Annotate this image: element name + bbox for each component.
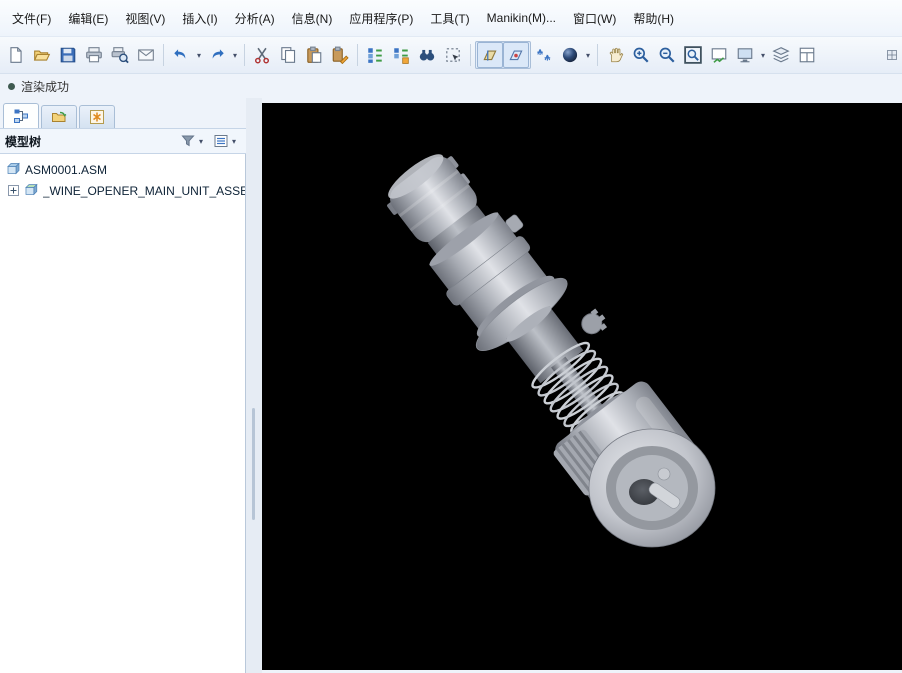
datum-toggle-group xyxy=(475,41,531,69)
content-area: 模型树 ▾ ▾ ASM0001.ASM _WINE_OPENER_MAIN_UN… xyxy=(0,98,902,673)
menu-file[interactable]: 文件(F) xyxy=(4,6,59,31)
annotation-display-icon[interactable] xyxy=(531,42,557,68)
toolbar-separator xyxy=(597,44,598,66)
status-dot-icon xyxy=(8,82,15,90)
copy-icon[interactable] xyxy=(275,42,301,68)
open-file-icon[interactable] xyxy=(29,42,55,68)
assembly-icon xyxy=(25,183,38,196)
refit-icon[interactable] xyxy=(680,42,706,68)
tree-node-label: _WINE_OPENER_MAIN_UNIT_ASSE xyxy=(42,183,245,198)
tree-settings-button[interactable]: ▾ xyxy=(211,131,241,151)
filter-funnel-icon xyxy=(181,135,195,147)
menu-edit[interactable]: 编辑(E) xyxy=(60,6,116,31)
navigator-panel: 模型树 ▾ ▾ ASM0001.ASM _WINE_OPENER_MAIN_UN… xyxy=(0,98,246,673)
model-tree-header: 模型树 ▾ ▾ xyxy=(0,128,246,154)
zoom-in-icon[interactable] xyxy=(628,42,654,68)
tree-settings-icon xyxy=(214,135,228,147)
regenerate-icon[interactable] xyxy=(362,42,388,68)
print-icon[interactable] xyxy=(81,42,107,68)
new-file-icon[interactable] xyxy=(3,42,29,68)
saved-views-icon[interactable] xyxy=(732,42,758,68)
undo-icon[interactable] xyxy=(168,42,194,68)
tree-row-subassembly[interactable]: _WINE_OPENER_MAIN_UNIT_ASSE xyxy=(6,180,245,201)
saved-views-caret[interactable]: ▾ xyxy=(758,51,768,60)
menu-window[interactable]: 窗口(W) xyxy=(565,6,624,31)
favorites-tab[interactable] xyxy=(79,105,115,128)
menu-applications[interactable]: 应用程序(P) xyxy=(341,6,421,31)
model-tree-title: 模型树 xyxy=(5,134,42,149)
navigator-tabs xyxy=(0,98,246,128)
folder-browser-tab[interactable] xyxy=(41,105,77,128)
menu-insert[interactable]: 插入(I) xyxy=(174,6,225,31)
mail-icon[interactable] xyxy=(133,42,159,68)
model-tree-icon xyxy=(14,109,28,123)
panel-splitter[interactable] xyxy=(246,98,262,673)
view-manager-icon[interactable] xyxy=(794,42,820,68)
tree-filter-caret: ▾ xyxy=(198,136,203,146)
tree-row-root[interactable]: ASM0001.ASM xyxy=(6,159,245,180)
3d-viewport[interactable] xyxy=(262,103,902,670)
cad-application-window: 文件(F) 编辑(E) 视图(V) 插入(I) 分析(A) 信息(N) 应用程序… xyxy=(0,0,902,673)
shaded-view-icon[interactable] xyxy=(557,42,583,68)
shaded-view-caret[interactable]: ▾ xyxy=(583,51,593,60)
main-toolbar: ▾ ▾ ▾ ▾ xyxy=(0,36,902,74)
paste-icon[interactable] xyxy=(301,42,327,68)
zoom-out-icon[interactable] xyxy=(654,42,680,68)
cut-icon[interactable] xyxy=(249,42,275,68)
tree-settings-caret: ▾ xyxy=(231,136,236,146)
splitter-handle[interactable] xyxy=(252,408,255,520)
expand-plus-icon xyxy=(7,185,19,196)
menu-tools[interactable]: 工具(T) xyxy=(422,6,477,31)
find-icon[interactable] xyxy=(414,42,440,68)
menu-bar: 文件(F) 编辑(E) 视图(V) 插入(I) 分析(A) 信息(N) 应用程序… xyxy=(0,0,902,36)
selection-filter-icon[interactable] xyxy=(440,42,466,68)
datum-display-icon[interactable] xyxy=(477,42,503,68)
tree-filter-button[interactable]: ▾ xyxy=(178,131,208,151)
datum-tags-icon[interactable] xyxy=(503,42,529,68)
menu-manikin[interactable]: Manikin(M)... xyxy=(479,7,564,29)
menu-info[interactable]: 信息(N) xyxy=(284,6,341,31)
toolbar-separator xyxy=(357,44,358,66)
print-preview-icon[interactable] xyxy=(107,42,133,68)
assembly-icon xyxy=(7,162,20,175)
tree-node-label: ASM0001.ASM xyxy=(25,162,108,177)
menu-help[interactable]: 帮助(H) xyxy=(625,6,682,31)
repaint-icon[interactable] xyxy=(706,42,732,68)
model-tree-tab[interactable] xyxy=(3,103,39,128)
redo-menu-caret[interactable]: ▾ xyxy=(230,51,240,60)
folder-browser-icon xyxy=(52,111,67,122)
wine-opener-model xyxy=(387,154,716,548)
status-message: 渲染成功 xyxy=(21,79,70,94)
toolbar-separator xyxy=(244,44,245,66)
menu-analysis[interactable]: 分析(A) xyxy=(227,6,283,31)
clipped-toolbar-icon[interactable] xyxy=(885,42,899,68)
spin-icon[interactable] xyxy=(602,42,628,68)
model-tree: ASM0001.ASM _WINE_OPENER_MAIN_UNIT_ASSE xyxy=(0,154,246,673)
favorites-icon xyxy=(90,110,104,124)
paste-special-icon[interactable] xyxy=(327,42,353,68)
tree-expander[interactable] xyxy=(6,185,20,196)
redo-icon[interactable] xyxy=(204,42,230,68)
status-bar: 渲染成功 xyxy=(0,74,902,98)
layers-icon[interactable] xyxy=(768,42,794,68)
regenerate-options-icon[interactable] xyxy=(388,42,414,68)
toolbar-separator xyxy=(470,44,471,66)
menu-view[interactable]: 视图(V) xyxy=(117,6,173,31)
toolbar-separator xyxy=(163,44,164,66)
undo-menu-caret[interactable]: ▾ xyxy=(194,51,204,60)
save-icon[interactable] xyxy=(55,42,81,68)
